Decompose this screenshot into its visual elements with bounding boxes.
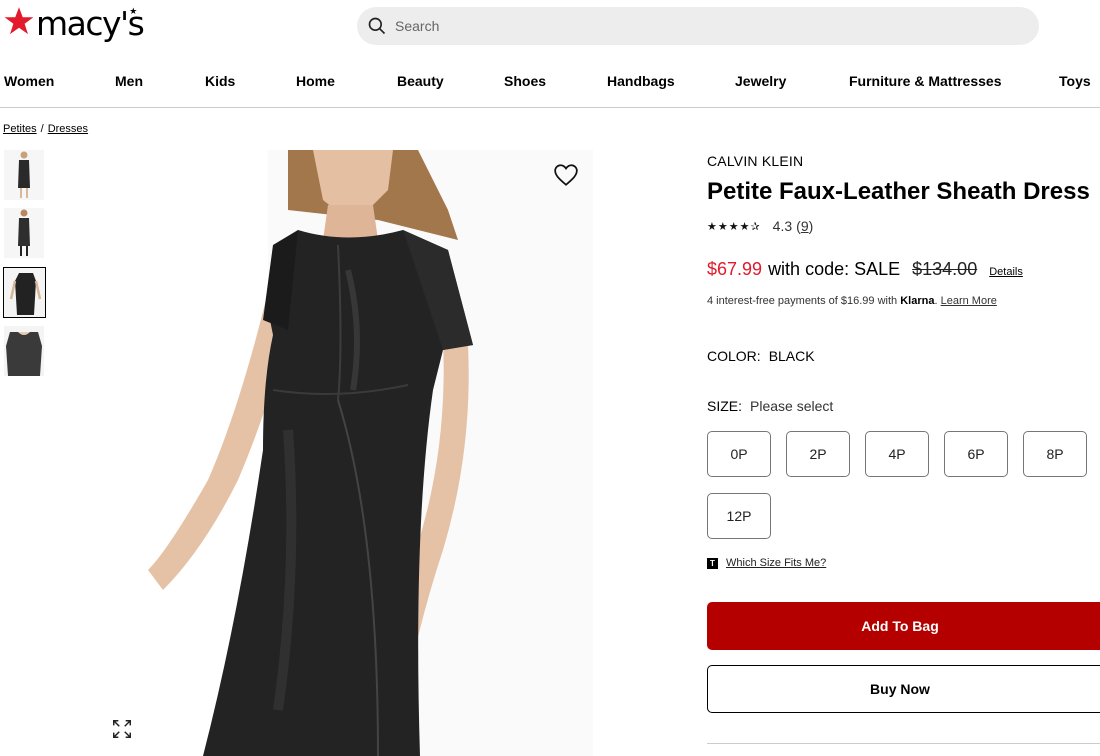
search-icon [368,17,386,35]
star-icon [4,7,34,35]
price-details-link[interactable]: Details [989,266,1023,278]
macys-logo[interactable]: macy's ★ [4,4,145,44]
expand-fullscreen-icon[interactable] [111,718,133,740]
size-option-0p[interactable]: 0P [707,431,771,477]
search-bar[interactable] [357,7,1039,45]
rating-value: 4.3 [772,218,793,234]
thumbnail-detail[interactable] [4,326,44,376]
section-divider [707,743,1100,744]
nav-item-home[interactable]: Home [296,73,335,89]
buy-now-button[interactable]: Buy Now [707,665,1100,713]
size-selector: SIZE: Please select [707,398,833,414]
rating-count-link[interactable]: 9 [801,218,809,234]
price-row: $67.99 with code: SALE $134.00 Details [707,259,1023,280]
size-option-8p[interactable]: 8P [1023,431,1087,477]
size-option-2p[interactable]: 2P [786,431,850,477]
nav-item-jewelry[interactable]: Jewelry [735,73,786,89]
product-title: Petite Faux-Leather Sheath Dress [707,178,1090,205]
dress-image [18,151,30,198]
thumbnail-back[interactable] [4,208,44,258]
category-nav: Women Men Kids Home Beauty Shoes Handbag… [0,62,1100,108]
nav-item-kids[interactable]: Kids [205,73,235,89]
color-label: COLOR: [707,348,761,364]
thumbnail-closeup-active[interactable] [3,267,46,318]
size-option-4p[interactable]: 4P [865,431,929,477]
installments-info: 4 interest-free payments of $16.99 with … [707,295,997,307]
rating-stars-icon: ★★★★✰ [707,220,761,233]
breadcrumb-dresses[interactable]: Dresses [48,123,88,135]
size-option-6p[interactable]: 6P [944,431,1008,477]
dress-image [148,150,593,756]
nav-item-shoes[interactable]: Shoes [504,73,546,89]
size-value: Please select [750,398,834,414]
original-price: $134.00 [912,259,978,279]
nav-item-men[interactable]: Men [115,73,143,89]
size-option-12p[interactable]: 12P [707,493,771,539]
product-brand[interactable]: CALVIN KLEIN [707,153,803,169]
breadcrumb: Petites / Dresses [3,123,88,135]
size-fit-helper: T Which Size Fits Me? [707,557,826,569]
nav-item-women[interactable]: Women [4,73,54,89]
nav-item-handbags[interactable]: Handbags [607,73,675,89]
main-product-image[interactable] [148,150,593,756]
installments-dot: . [934,295,938,307]
breadcrumb-separator: / [40,123,44,135]
search-input[interactable] [395,18,995,34]
small-star-icon: ★ [129,6,138,16]
which-size-fits-me-link[interactable]: Which Size Fits Me? [726,557,826,569]
installments-text: 4 interest-free payments of $16.99 with [707,295,901,307]
dress-image [4,326,44,376]
dress-image [4,269,45,317]
size-label: SIZE: [707,398,743,414]
dress-image [18,209,30,256]
color-selector: COLOR: BLACK [707,348,815,364]
klarna-logo: Klarna [900,295,935,307]
thumbnail-front[interactable] [4,150,44,200]
nav-item-beauty[interactable]: Beauty [397,73,444,89]
true-fit-icon: T [707,557,718,569]
product-rating: ★★★★✰ 4.3 (9) [707,218,813,234]
rating-count-close-paren: ) [808,218,814,234]
color-value: BLACK [768,348,815,364]
nav-item-furniture-mattresses[interactable]: Furniture & Mattresses [849,73,1001,89]
sale-price: $67.99 [707,259,763,279]
klarna-learn-more-link[interactable]: Learn More [941,295,997,307]
favorite-heart-icon[interactable] [553,163,579,187]
promo-code-text: with code: SALE [768,259,901,279]
logo-wordmark: macy's [36,4,145,43]
nav-item-toys[interactable]: Toys [1059,73,1091,89]
add-to-bag-button[interactable]: Add To Bag [707,602,1100,650]
breadcrumb-petites[interactable]: Petites [3,123,37,135]
